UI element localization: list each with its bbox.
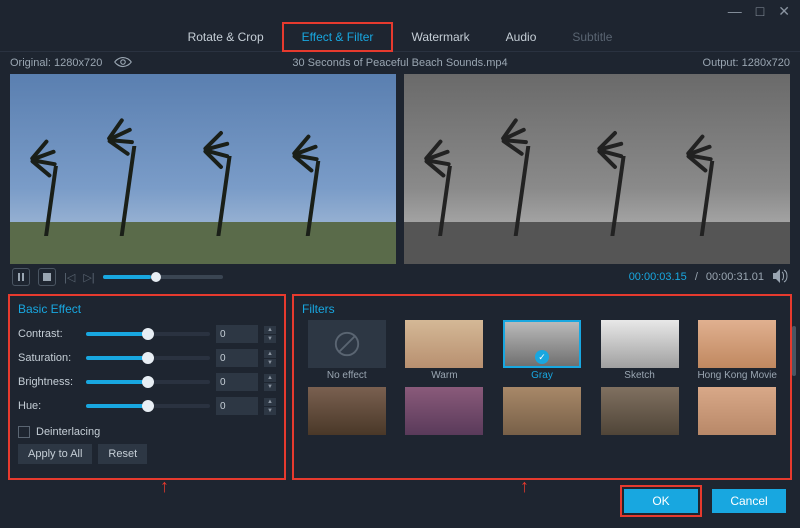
ok-button[interactable]: OK	[624, 489, 698, 513]
hue-label: Hue:	[18, 400, 80, 412]
filter-label: Gray	[531, 370, 553, 381]
stop-button[interactable]	[38, 268, 56, 286]
annotation-arrow-icon: ↑	[160, 476, 169, 497]
hue-value[interactable]: 0	[216, 397, 258, 415]
original-resolution: Original: 1280x720	[10, 57, 102, 69]
tab-rotate-crop[interactable]: Rotate & Crop	[170, 24, 282, 50]
filter-gray[interactable]: Gray	[497, 320, 587, 381]
filter-item[interactable]	[497, 387, 587, 435]
cancel-button[interactable]: Cancel	[712, 489, 786, 513]
filter-item[interactable]	[692, 387, 782, 435]
tab-watermark[interactable]: Watermark	[393, 24, 487, 50]
saturation-value[interactable]: 0	[216, 349, 258, 367]
preview-output	[404, 74, 790, 264]
filter-label: No effect	[327, 370, 367, 381]
filter-warm[interactable]: Warm	[400, 320, 490, 381]
close-button[interactable]: ✕	[778, 3, 790, 20]
filter-sketch[interactable]: Sketch	[595, 320, 685, 381]
hue-down[interactable]: ▼	[264, 407, 276, 415]
contrast-up[interactable]: ▲	[264, 326, 276, 334]
deinterlacing-label: Deinterlacing	[36, 426, 100, 438]
brightness-down[interactable]: ▼	[264, 383, 276, 391]
basic-effect-heading: Basic Effect	[18, 302, 276, 316]
minimize-button[interactable]: —	[728, 3, 742, 19]
time-total: 00:00:31.01	[706, 271, 764, 283]
basic-effect-panel: Basic Effect Contrast: 0 ▲▼ Saturation: …	[8, 294, 286, 480]
filter-item[interactable]	[595, 387, 685, 435]
filter-label: Hong Kong Movie	[697, 370, 777, 381]
filter-hong-kong-movie[interactable]: Hong Kong Movie	[692, 320, 782, 381]
contrast-slider[interactable]	[86, 332, 210, 336]
tab-audio[interactable]: Audio	[488, 24, 555, 50]
maximize-button[interactable]: □	[756, 3, 764, 19]
apply-to-all-button[interactable]: Apply to All	[18, 444, 92, 464]
pause-button[interactable]	[12, 268, 30, 286]
time-sep: /	[695, 271, 698, 283]
brightness-slider[interactable]	[86, 380, 210, 384]
seek-slider[interactable]	[103, 275, 223, 279]
tab-subtitle[interactable]: Subtitle	[554, 24, 630, 50]
contrast-value[interactable]: 0	[216, 325, 258, 343]
eye-icon[interactable]	[114, 56, 132, 71]
saturation-down[interactable]: ▼	[264, 359, 276, 367]
deinterlacing-checkbox[interactable]	[18, 426, 30, 438]
brightness-value[interactable]: 0	[216, 373, 258, 391]
saturation-up[interactable]: ▲	[264, 350, 276, 358]
contrast-label: Contrast:	[18, 328, 80, 340]
brightness-label: Brightness:	[18, 376, 80, 388]
next-frame-button[interactable]: ▷|	[83, 271, 94, 284]
filter-item[interactable]	[302, 387, 392, 435]
saturation-label: Saturation:	[18, 352, 80, 364]
annotation-arrow-icon: ↑	[520, 476, 529, 497]
output-resolution: Output: 1280x720	[703, 57, 790, 69]
brightness-up[interactable]: ▲	[264, 374, 276, 382]
preview-original	[10, 74, 396, 264]
filter-label: Sketch	[624, 370, 655, 381]
filters-heading: Filters	[302, 302, 782, 316]
tab-effect-filter[interactable]: Effect & Filter	[282, 22, 394, 52]
filters-panel: Filters No effect Warm Gray Sketch Hong …	[292, 294, 792, 480]
filters-scrollbar[interactable]	[792, 326, 796, 376]
saturation-slider[interactable]	[86, 356, 210, 360]
time-current: 00:00:03.15	[629, 271, 687, 283]
prev-frame-button[interactable]: |◁	[64, 271, 75, 284]
hue-slider[interactable]	[86, 404, 210, 408]
reset-button[interactable]: Reset	[98, 444, 147, 464]
contrast-down[interactable]: ▼	[264, 335, 276, 343]
filter-item[interactable]	[400, 387, 490, 435]
volume-icon[interactable]	[772, 269, 788, 286]
tab-bar: Rotate & Crop Effect & Filter Watermark …	[0, 22, 800, 52]
filter-label: Warm	[431, 370, 457, 381]
filter-no-effect[interactable]: No effect	[302, 320, 392, 381]
hue-up[interactable]: ▲	[264, 398, 276, 406]
